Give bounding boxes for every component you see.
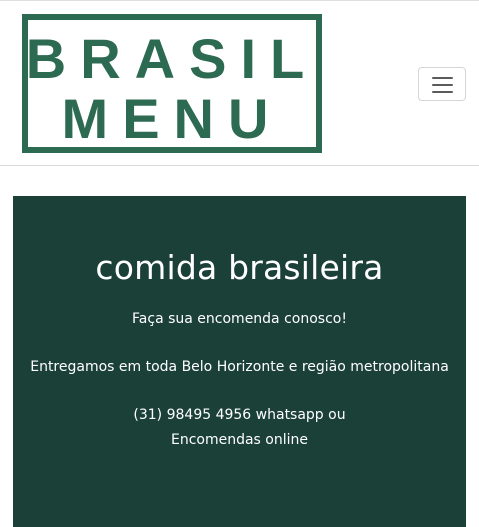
hero-title: comida brasileira xyxy=(95,248,384,287)
hamburger-bar-bottom xyxy=(432,91,453,93)
logo-line-2: MENU xyxy=(62,87,283,147)
page: BRASIL MENU comida brasileira Faça sua e… xyxy=(0,0,479,527)
navbar: BRASIL MENU xyxy=(0,1,479,166)
online-orders-link[interactable]: Encomendas online xyxy=(171,432,308,448)
logo-line-1: BRASIL xyxy=(28,27,316,90)
brand-logo-wordmark: BRASIL MENU xyxy=(28,27,316,147)
navbar-toggle-button[interactable] xyxy=(418,67,466,101)
hamburger-bar-top xyxy=(432,77,453,79)
hero-subtitle: Faça sua encomenda conosco! xyxy=(132,311,347,327)
hero-phone-text: (31) 98495 4956 whatsapp ou xyxy=(133,407,346,423)
hero-online-line: Encomendas online xyxy=(13,430,466,450)
brand-logo[interactable]: BRASIL MENU xyxy=(22,14,322,153)
hero-banner: comida brasileira Faça sua encomenda con… xyxy=(13,196,466,527)
hero-delivery-text: Entregamos em toda Belo Horizonte e regi… xyxy=(30,359,449,375)
hamburger-bar-middle xyxy=(432,84,453,86)
